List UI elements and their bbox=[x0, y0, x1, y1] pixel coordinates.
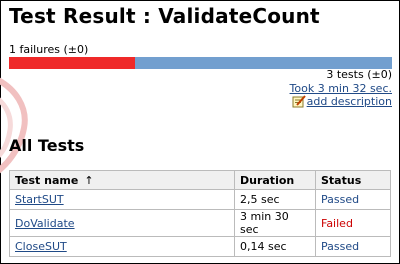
add-description-link[interactable]: add description bbox=[292, 95, 392, 108]
test-name-link[interactable]: StartSUT bbox=[15, 193, 64, 206]
tests-table: Test name ↑ Duration Status StartSUT 2,5 … bbox=[9, 170, 391, 257]
table-row: CloseSUT 0,14 sec Passed bbox=[9, 236, 391, 257]
column-header-test-name-label: Test name bbox=[15, 173, 79, 187]
page-title: Test Result : ValidateCount bbox=[9, 4, 320, 28]
test-result-bar-failed-portion bbox=[9, 57, 136, 69]
table-row: StartSUT 2,5 sec Passed bbox=[9, 189, 391, 210]
duration-link[interactable]: Took 3 min 32 sec. bbox=[290, 82, 392, 95]
column-header-duration[interactable]: Duration bbox=[234, 170, 316, 190]
test-status: Failed bbox=[315, 209, 391, 237]
all-tests-heading: All Tests bbox=[9, 136, 85, 155]
test-status: Passed bbox=[315, 236, 391, 257]
test-name-link[interactable]: DoValidate bbox=[15, 217, 75, 230]
sort-ascending-icon: ↑ bbox=[84, 173, 94, 187]
test-duration: 0,14 sec bbox=[234, 236, 316, 257]
column-header-test-name[interactable]: Test name ↑ bbox=[9, 170, 235, 190]
add-description-label: add description bbox=[306, 95, 392, 108]
failures-summary: 1 failures (±0) bbox=[9, 43, 89, 56]
test-status: Passed bbox=[315, 189, 391, 210]
test-name-link[interactable]: CloseSUT bbox=[15, 240, 67, 253]
column-header-status[interactable]: Status bbox=[315, 170, 391, 190]
test-duration: 3 min 30 sec bbox=[234, 209, 316, 237]
notepad-pencil-icon bbox=[292, 95, 306, 108]
tests-count: 3 tests (±0) bbox=[326, 68, 392, 81]
tests-table-header: Test name ↑ Duration Status bbox=[9, 170, 391, 190]
table-row: DoValidate 3 min 30 sec Failed bbox=[9, 209, 391, 237]
test-duration: 2,5 sec bbox=[234, 189, 316, 210]
